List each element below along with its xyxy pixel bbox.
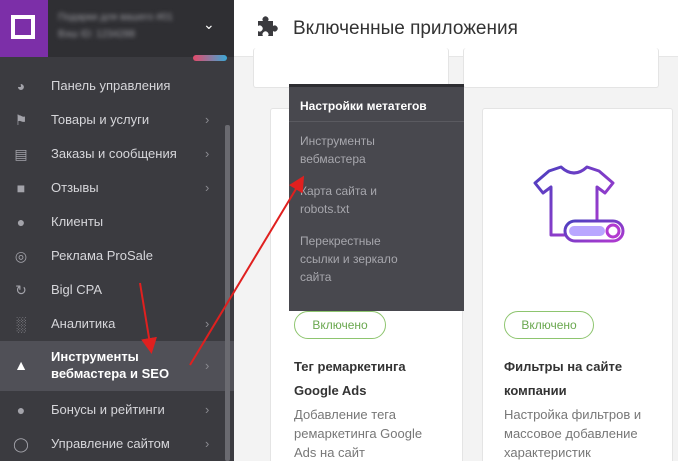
annotation-arrow-up bbox=[189, 175, 305, 366]
annotation-arrow-down bbox=[139, 282, 157, 354]
annotation-arrows bbox=[139, 175, 305, 366]
